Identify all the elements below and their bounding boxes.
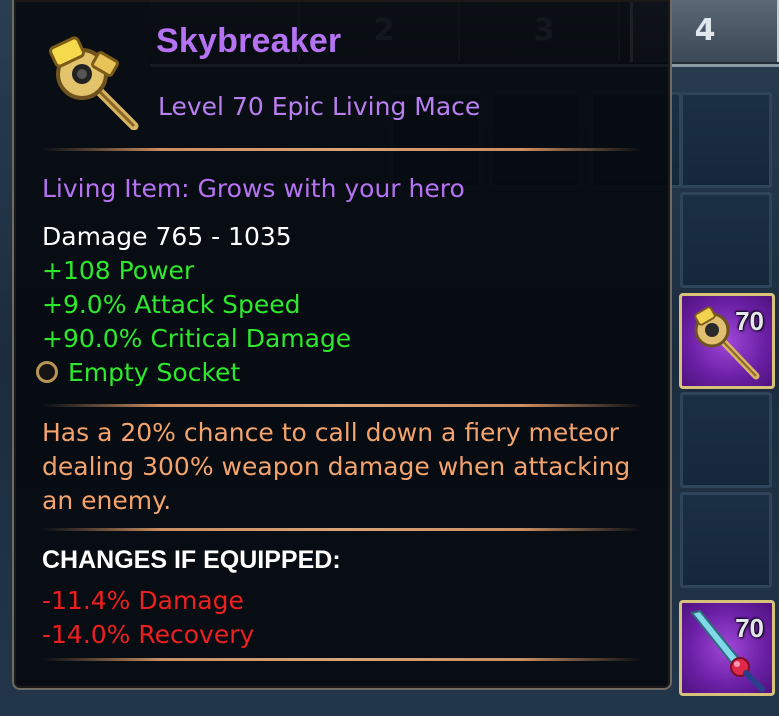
inventory-slot[interactable] — [680, 392, 772, 488]
stat-critical-damage: +90.0% Critical Damage — [42, 324, 352, 353]
inventory-slot[interactable] — [680, 92, 772, 188]
divider — [42, 404, 642, 407]
change-damage: -11.4% Damage — [42, 586, 244, 615]
socket-label: Empty Socket — [68, 358, 241, 387]
socket-icon — [36, 361, 58, 383]
inventory-slot[interactable] — [680, 192, 772, 288]
divider — [42, 148, 642, 151]
item-tooltip: Skybreaker Level 70 Epic Living Mace Liv… — [12, 0, 672, 690]
divider — [42, 528, 642, 531]
proc-description: Has a 20% chance to call down a fiery me… — [42, 418, 631, 515]
damage-range: Damage 765 - 1035 — [42, 222, 292, 251]
inventory-slot[interactable] — [680, 492, 772, 588]
stat-attack-speed: +9.0% Attack Speed — [42, 290, 301, 319]
stat-power: +108 Power — [42, 256, 195, 285]
inventory-item-sword[interactable]: 70 — [679, 600, 775, 696]
changes-header: CHANGES IF EQUIPPED: — [42, 546, 341, 574]
item-subtitle: Level 70 Epic Living Mace — [158, 92, 481, 121]
mace-icon — [48, 36, 139, 130]
item-level-badge: 70 — [735, 613, 764, 643]
inventory-item-mace[interactable]: 70 — [679, 293, 775, 389]
divider — [42, 658, 642, 661]
item-name: Skybreaker — [156, 22, 342, 60]
change-recovery: -14.0% Recovery — [42, 620, 255, 649]
living-item-note: Living Item: Grows with your hero — [42, 174, 465, 203]
item-level-badge: 70 — [735, 306, 764, 336]
empty-socket-row: Empty Socket — [36, 358, 240, 387]
